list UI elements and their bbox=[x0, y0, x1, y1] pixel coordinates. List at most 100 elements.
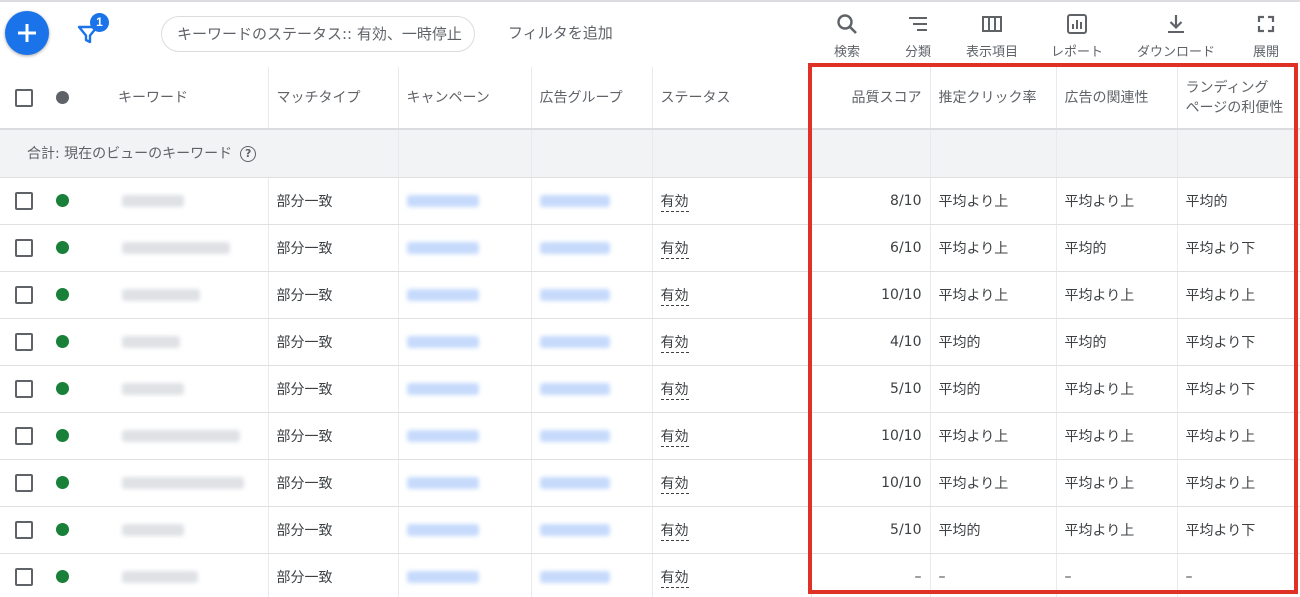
download-tool-button[interactable]: ダウンロード bbox=[1136, 12, 1216, 60]
segment-tool-button[interactable]: 分類 bbox=[878, 12, 958, 60]
enabled-status-dot[interactable] bbox=[56, 194, 69, 207]
columns-tool-button[interactable]: 表示項目 bbox=[952, 12, 1032, 60]
status-value[interactable]: 有効 bbox=[660, 334, 689, 353]
header-campaign[interactable]: キャンペーン bbox=[398, 67, 532, 130]
keyword-redacted[interactable] bbox=[122, 241, 230, 254]
table-row[interactable]: 部分一致 有効 6/10 平均より上 平均的 平均より下 bbox=[0, 224, 1300, 272]
help-icon[interactable]: ? bbox=[240, 146, 257, 163]
header-ad-group[interactable]: 広告グループ bbox=[531, 67, 653, 130]
keyword-redacted[interactable] bbox=[122, 523, 184, 536]
keyword-redacted[interactable] bbox=[122, 429, 240, 442]
header-quality-score[interactable]: 品質スコア bbox=[811, 67, 931, 130]
enabled-status-dot[interactable] bbox=[56, 335, 69, 348]
ad-group-link-redacted[interactable] bbox=[539, 382, 610, 395]
header-status[interactable]: ステータス bbox=[652, 67, 812, 130]
ad-group-link-redacted[interactable] bbox=[539, 288, 610, 301]
select-all-checkbox[interactable] bbox=[15, 88, 33, 107]
select-all-cell bbox=[0, 67, 50, 130]
keyword-redacted[interactable] bbox=[122, 382, 184, 395]
ad-relevance-cell: 平均より上 bbox=[1056, 459, 1178, 507]
status-filter-dot[interactable] bbox=[56, 91, 69, 104]
header-match-type[interactable]: マッチタイプ bbox=[268, 67, 399, 130]
table-row[interactable]: 部分一致 有効 10/10 平均より上 平均より上 平均より上 bbox=[0, 271, 1300, 319]
search-tool-button[interactable]: 検索 bbox=[807, 12, 887, 60]
enabled-status-dot[interactable] bbox=[56, 523, 69, 536]
status-value[interactable]: 有効 bbox=[660, 569, 689, 588]
ad-group-link-redacted[interactable] bbox=[539, 194, 610, 207]
row-checkbox[interactable] bbox=[15, 285, 33, 304]
table-row[interactable]: 部分一致 有効 10/10 平均より上 平均より上 平均より上 bbox=[0, 412, 1300, 460]
status-value[interactable]: 有効 bbox=[660, 475, 689, 494]
row-checkbox[interactable] bbox=[15, 379, 33, 398]
row-checkbox[interactable] bbox=[15, 332, 33, 351]
row-checkbox[interactable] bbox=[15, 426, 33, 445]
row-checkbox[interactable] bbox=[15, 191, 33, 210]
campaign-link-redacted[interactable] bbox=[406, 241, 479, 254]
campaign-link-redacted[interactable] bbox=[406, 382, 479, 395]
keyword-redacted[interactable] bbox=[122, 476, 244, 489]
enabled-status-dot[interactable] bbox=[56, 429, 69, 442]
status-value[interactable]: 有効 bbox=[660, 428, 689, 447]
table-row[interactable]: 部分一致 有効 4/10 平均的 平均的 平均より下 bbox=[0, 318, 1300, 366]
ad-group-link-redacted[interactable] bbox=[539, 523, 610, 536]
total-cell bbox=[398, 129, 532, 178]
campaign-cell bbox=[398, 553, 532, 597]
add-button[interactable] bbox=[5, 11, 49, 55]
ad-group-link-redacted[interactable] bbox=[539, 429, 610, 442]
campaign-link-redacted[interactable] bbox=[406, 429, 479, 442]
ad-group-link-redacted[interactable] bbox=[539, 570, 610, 583]
table-row[interactable]: 部分一致 有効 – – – – bbox=[0, 553, 1300, 597]
enabled-status-dot[interactable] bbox=[56, 382, 69, 395]
row-select-cell bbox=[0, 318, 50, 366]
row-checkbox[interactable] bbox=[15, 473, 33, 492]
quality-score-cell: 8/10 bbox=[811, 177, 931, 225]
enabled-status-dot[interactable] bbox=[56, 570, 69, 583]
row-checkbox[interactable] bbox=[15, 567, 33, 586]
row-status-cell bbox=[50, 224, 110, 272]
landing-page-cell: – bbox=[1177, 553, 1300, 597]
add-filter-link[interactable]: フィルタを追加 bbox=[508, 22, 613, 43]
campaign-link-redacted[interactable] bbox=[406, 194, 479, 207]
enabled-status-dot[interactable] bbox=[56, 476, 69, 489]
status-value[interactable]: 有効 bbox=[660, 193, 689, 212]
campaign-link-redacted[interactable] bbox=[406, 476, 479, 489]
header-keyword[interactable]: キーワード bbox=[110, 67, 269, 130]
ad-group-link-redacted[interactable] bbox=[539, 335, 610, 348]
status-cell: 有効 bbox=[652, 506, 812, 554]
row-checkbox[interactable] bbox=[15, 238, 33, 257]
ad-group-link-redacted[interactable] bbox=[539, 241, 610, 254]
enabled-status-dot[interactable] bbox=[56, 288, 69, 301]
campaign-link-redacted[interactable] bbox=[406, 288, 479, 301]
keyword-cell bbox=[110, 318, 269, 366]
row-select-cell bbox=[0, 177, 50, 225]
ad-group-link-redacted[interactable] bbox=[539, 476, 610, 489]
expand-tool-button[interactable]: 展開 bbox=[1226, 12, 1300, 60]
quality-score-cell: 5/10 bbox=[811, 365, 931, 413]
table-row[interactable]: 部分一致 有効 5/10 平均的 平均より上 平均より下 bbox=[0, 365, 1300, 413]
header-ad-relevance[interactable]: 広告の関連性 bbox=[1056, 67, 1178, 130]
row-status-cell bbox=[50, 459, 110, 507]
enabled-status-dot[interactable] bbox=[56, 241, 69, 254]
status-value[interactable]: 有効 bbox=[660, 381, 689, 400]
header-landing-page[interactable]: ランディング ページの利便性 bbox=[1177, 67, 1300, 130]
report-tool-button[interactable]: レポート bbox=[1037, 12, 1117, 60]
campaign-link-redacted[interactable] bbox=[406, 335, 479, 348]
status-value[interactable]: 有効 bbox=[660, 287, 689, 306]
report-icon bbox=[1067, 14, 1087, 34]
header-expected-ctr[interactable]: 推定クリック率 bbox=[930, 67, 1057, 130]
expand-tool-label: 展開 bbox=[1252, 45, 1279, 60]
table-row[interactable]: 部分一致 有効 10/10 平均より上 平均より上 平均より上 bbox=[0, 459, 1300, 507]
table-row[interactable]: 部分一致 有効 5/10 平均的 平均より上 平均より下 bbox=[0, 506, 1300, 554]
status-value[interactable]: 有効 bbox=[660, 522, 689, 541]
keyword-redacted[interactable] bbox=[122, 570, 198, 583]
row-status-cell bbox=[50, 271, 110, 319]
campaign-link-redacted[interactable] bbox=[406, 523, 479, 536]
status-value[interactable]: 有効 bbox=[660, 240, 689, 259]
campaign-link-redacted[interactable] bbox=[406, 570, 479, 583]
keyword-redacted[interactable] bbox=[122, 194, 184, 207]
table-row[interactable]: 部分一致 有効 8/10 平均より上 平均より上 平均的 bbox=[0, 177, 1300, 225]
row-checkbox[interactable] bbox=[15, 520, 33, 539]
filter-chip[interactable]: キーワードのステータス:: 有効、一時停止 bbox=[161, 16, 475, 52]
keyword-redacted[interactable] bbox=[122, 288, 200, 301]
keyword-redacted[interactable] bbox=[122, 335, 180, 348]
